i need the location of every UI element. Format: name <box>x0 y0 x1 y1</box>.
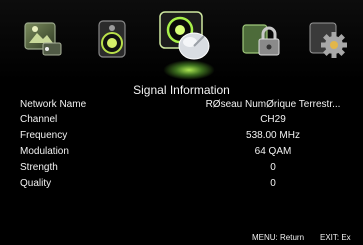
panel-title: Signal Information <box>133 83 230 97</box>
info-row-quality: Quality 0 <box>0 177 363 191</box>
lock-menu-button[interactable] <box>238 16 284 62</box>
info-row-strength: Strength 0 <box>0 161 363 175</box>
row-value: 538.00 MHz <box>246 130 300 141</box>
active-item-glow <box>163 60 215 80</box>
row-value: 0 <box>270 162 276 173</box>
row-label: Strength <box>20 162 58 173</box>
picture-menu-button[interactable] <box>20 16 66 62</box>
info-row-channel: Channel CH29 <box>0 113 363 127</box>
row-label: Quality <box>20 178 52 189</box>
info-row-network-name: Network Name RØseau NumØrique Terrestr..… <box>0 98 363 112</box>
row-value: CH29 <box>260 114 286 125</box>
row-label: Network Name <box>20 99 87 110</box>
menu-return-hint: MENU: Return <box>252 233 305 242</box>
row-label: Frequency <box>20 130 68 141</box>
row-value: 64 QAM <box>254 146 292 157</box>
footer-hint-bar: MENU: Return EXIT: Ex <box>0 231 363 245</box>
info-row-frequency: Frequency 538.00 MHz <box>0 129 363 143</box>
row-value: RØseau NumØrique Terrestr... <box>205 99 341 110</box>
row-label: Channel <box>20 114 58 125</box>
exit-hint: EXIT: Ex <box>320 233 351 242</box>
settings-gear-icon <box>309 22 347 58</box>
settings-menu-button[interactable] <box>305 16 351 62</box>
sound-icon <box>98 20 126 58</box>
channel-satellite-icon <box>159 11 210 60</box>
row-label: Modulation <box>20 146 69 157</box>
lock-icon <box>242 24 280 56</box>
picture-icon <box>24 22 62 56</box>
sound-menu-button[interactable] <box>90 16 136 62</box>
row-value: 0 <box>270 178 276 189</box>
top-menu-bar <box>0 0 363 80</box>
info-row-modulation: Modulation 64 QAM <box>0 145 363 159</box>
channel-menu-button[interactable] <box>156 6 216 66</box>
